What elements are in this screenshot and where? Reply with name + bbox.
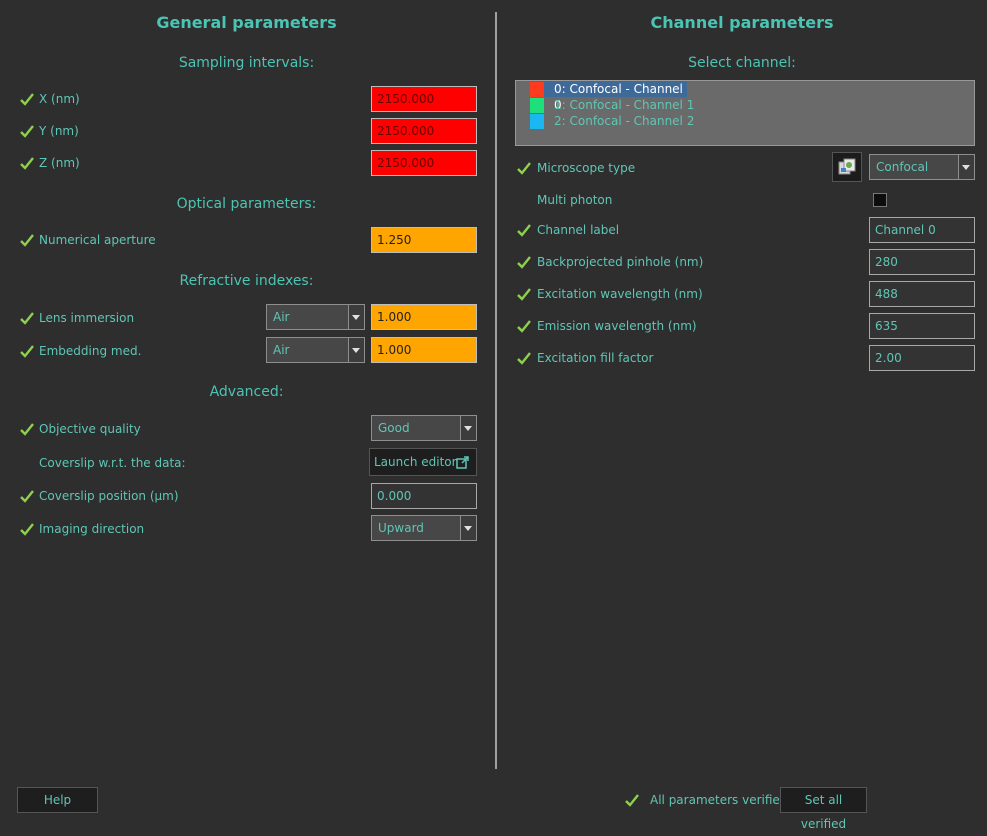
check-icon (20, 345, 34, 358)
coverslip-position-label: Coverslip position (µm) (39, 489, 179, 503)
lens-immersion-select[interactable]: Air (266, 304, 365, 330)
check-icon (20, 125, 34, 138)
coverslip-position-input[interactable]: 0.000 (371, 483, 477, 509)
pinhole-label: Backprojected pinhole (nm) (537, 255, 704, 269)
select-channel-heading: Select channel: (688, 55, 796, 71)
chevron-down-icon (348, 338, 364, 362)
check-icon (517, 288, 531, 301)
channel-list[interactable]: 0: Confocal - Channel 0 1: Confocal - Ch… (515, 80, 975, 146)
embedding-medium-label: Embedding med. (39, 344, 142, 358)
check-icon (20, 93, 34, 106)
chevron-down-icon (958, 155, 974, 179)
microscope-type-select[interactable]: Confocal (869, 154, 975, 180)
y-interval-input[interactable]: 2150.000 (371, 118, 477, 144)
help-button[interactable]: Help (17, 787, 98, 813)
panel-divider (495, 12, 497, 769)
check-icon (517, 256, 531, 269)
channel-label-label: Channel label (537, 223, 620, 237)
embedding-medium-select[interactable]: Air (266, 337, 365, 363)
channel-label-input[interactable]: Channel 0 (869, 217, 975, 243)
check-icon (517, 224, 531, 237)
check-icon (20, 490, 34, 503)
y-interval-label: Y (nm) (39, 124, 79, 138)
chevron-down-icon (348, 305, 364, 329)
excitation-wavelength-label: Excitation wavelength (nm) (537, 287, 703, 301)
refractive-indexes-heading: Refractive indexes: (179, 273, 314, 289)
emission-wavelength-label: Emission wavelength (nm) (537, 319, 697, 333)
check-icon (625, 794, 639, 807)
check-icon (517, 320, 531, 333)
channel-list-item-label: 1: Confocal - Channel 1 (554, 98, 695, 112)
channel-list-item[interactable]: 1: Confocal - Channel 1 (530, 97, 700, 113)
check-icon (20, 157, 34, 170)
channel-color-swatch (530, 82, 544, 97)
coverslip-data-label: Coverslip w.r.t. the data: (39, 456, 186, 470)
objective-quality-label: Objective quality (39, 422, 141, 436)
excitation-fill-factor-label: Excitation fill factor (537, 351, 654, 365)
embedding-medium-input[interactable]: 1.000 (371, 337, 477, 363)
launch-editor-button[interactable]: Launch editor (369, 448, 477, 476)
channel-list-item-label: 2: Confocal - Channel 2 (554, 114, 695, 128)
x-interval-label: X (nm) (39, 92, 80, 106)
advanced-heading: Advanced: (209, 384, 284, 400)
imaging-direction-select-value: Upward (378, 521, 424, 535)
microscope-type-label: Microscope type (537, 161, 636, 175)
check-icon (20, 234, 34, 247)
numerical-aperture-label: Numerical aperture (39, 233, 156, 247)
sampling-intervals-heading: Sampling intervals: (178, 55, 315, 71)
channel-parameters-title: Channel parameters (650, 13, 834, 32)
all-verified-text: All parameters verified (650, 793, 788, 807)
multi-photon-label: Multi photon (537, 193, 613, 207)
set-all-verified-button[interactable]: Set all verified (780, 787, 867, 831)
pinhole-input[interactable]: 280 (869, 249, 975, 275)
chevron-down-icon (460, 516, 476, 540)
channel-list-item[interactable]: 2: Confocal - Channel 2 (530, 113, 700, 129)
microscope-type-select-value: Confocal (876, 160, 929, 174)
embedding-medium-select-value: Air (273, 343, 290, 357)
numerical-aperture-input[interactable]: 1.250 (371, 227, 477, 253)
multi-photon-checkbox[interactable] (873, 193, 887, 207)
channel-color-swatch (530, 114, 544, 129)
lens-immersion-select-value: Air (273, 310, 290, 324)
x-interval-input[interactable]: 2150.000 (371, 86, 477, 112)
optical-parameters-heading: Optical parameters: (176, 196, 317, 212)
lens-immersion-input[interactable]: 1.000 (371, 304, 477, 330)
check-icon (20, 423, 34, 436)
check-icon (20, 523, 34, 536)
chevron-down-icon (460, 416, 476, 440)
excitation-wavelength-input[interactable]: 488 (869, 281, 975, 307)
check-icon (20, 312, 34, 325)
check-icon (517, 162, 531, 175)
launch-editor-label: Launch editor (374, 455, 457, 469)
channel-list-item[interactable]: 0: Confocal - Channel 0 (530, 81, 687, 112)
objective-quality-select-value: Good (378, 421, 410, 435)
emission-wavelength-input[interactable]: 635 (869, 313, 975, 339)
microscope-wizard-icon (838, 158, 856, 175)
imaging-direction-label: Imaging direction (39, 522, 145, 536)
general-parameters-title: General parameters (156, 13, 337, 32)
external-link-icon (456, 456, 469, 469)
z-interval-input[interactable]: 2150.000 (371, 150, 477, 176)
imaging-direction-select[interactable]: Upward (371, 515, 477, 541)
channel-color-swatch (530, 98, 544, 113)
microscope-wizard-button[interactable] (832, 152, 862, 182)
check-icon (517, 352, 531, 365)
z-interval-label: Z (nm) (39, 156, 80, 170)
lens-immersion-label: Lens immersion (39, 311, 135, 325)
excitation-fill-factor-input[interactable]: 2.00 (869, 345, 975, 371)
objective-quality-select[interactable]: Good (371, 415, 477, 441)
